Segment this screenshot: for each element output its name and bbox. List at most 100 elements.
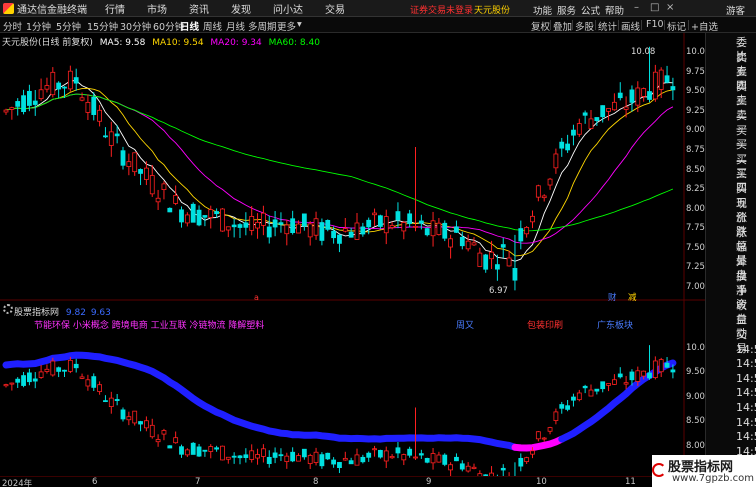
candle-body bbox=[313, 451, 319, 463]
tag-weekly: 周又 bbox=[456, 321, 475, 331]
candle-body bbox=[237, 455, 243, 459]
candle-body bbox=[249, 450, 255, 460]
candle-body bbox=[430, 453, 436, 464]
candle-body bbox=[255, 454, 260, 459]
candle-body bbox=[652, 71, 658, 100]
price-tick: 7.25 bbox=[686, 262, 705, 273]
candle-body bbox=[266, 456, 272, 465]
candle-body bbox=[184, 214, 190, 224]
lower-panel-header: 股票指标网 9.82 9.63 bbox=[14, 305, 111, 318]
candle-body bbox=[167, 207, 173, 213]
stock-period-label: 天元股份(日线 前复权) bbox=[2, 38, 93, 48]
candle-body bbox=[576, 392, 582, 401]
candle-body bbox=[272, 452, 278, 458]
candle-body bbox=[120, 409, 126, 420]
candle-body bbox=[260, 212, 266, 226]
ma-header: 天元股份(日线 前复权) MA5: 9.58 MA10: 9.54 MA20: … bbox=[2, 35, 324, 48]
candle-body bbox=[389, 456, 395, 459]
candle-body bbox=[214, 211, 220, 215]
ma20-value: MA20: 9.34 bbox=[210, 38, 262, 48]
candle-body bbox=[559, 404, 565, 409]
candle-body bbox=[471, 466, 477, 469]
candle-body bbox=[342, 457, 348, 461]
candle-body bbox=[97, 384, 102, 392]
candle-body bbox=[301, 213, 307, 227]
candle-body bbox=[149, 175, 155, 195]
price-tick: 7.50 bbox=[686, 242, 705, 253]
quote-panel-item: 14:50 bbox=[736, 371, 756, 385]
candle-body bbox=[103, 400, 108, 403]
candle-body bbox=[67, 359, 73, 372]
ma20-line bbox=[5, 93, 674, 244]
kline-chart[interactable]: 10.08 6.97 a 财减 bbox=[0, 0, 705, 476]
candle-body bbox=[220, 208, 225, 232]
candle-body bbox=[348, 460, 354, 465]
candle-body bbox=[641, 370, 647, 377]
gear-icon[interactable] bbox=[3, 304, 13, 314]
candle-body bbox=[97, 109, 102, 122]
candle-body bbox=[120, 150, 126, 166]
candle-body bbox=[413, 225, 418, 228]
date-label-month: 11 bbox=[625, 477, 636, 487]
candle-body bbox=[454, 226, 459, 233]
candle-body bbox=[606, 383, 611, 386]
candle-body bbox=[465, 465, 471, 472]
candle-body bbox=[278, 222, 284, 225]
candle-body bbox=[541, 437, 547, 440]
candle-body bbox=[518, 457, 524, 467]
candle-body bbox=[594, 117, 600, 122]
candle-body bbox=[231, 455, 237, 458]
candle-body bbox=[459, 236, 465, 247]
candle-body bbox=[612, 379, 617, 385]
candle-body bbox=[132, 152, 138, 173]
candle-body bbox=[489, 251, 494, 260]
price-tick: 8.00 bbox=[686, 203, 705, 214]
candle-body bbox=[284, 224, 290, 235]
candle-body bbox=[518, 228, 524, 242]
candle-body bbox=[290, 218, 296, 233]
ma5-value: MA5: 9.58 bbox=[99, 38, 146, 48]
candle-body bbox=[56, 82, 62, 90]
candle-body bbox=[290, 451, 296, 462]
user-label[interactable]: 游客 bbox=[726, 3, 745, 17]
candle-body bbox=[670, 86, 676, 91]
candle-body bbox=[524, 457, 530, 463]
candle-body bbox=[278, 454, 284, 457]
candle-body bbox=[459, 463, 465, 470]
candle-body bbox=[62, 86, 67, 89]
candle-body bbox=[44, 85, 50, 90]
candle-body bbox=[202, 449, 208, 452]
candle-body bbox=[377, 449, 383, 458]
finance-marker[interactable]: 财 bbox=[608, 292, 617, 303]
candle-body bbox=[500, 244, 506, 248]
candle-body bbox=[360, 456, 366, 463]
candle-body bbox=[220, 445, 225, 461]
candle-body bbox=[307, 223, 313, 238]
candle-body bbox=[641, 88, 647, 97]
candle-body bbox=[454, 456, 459, 462]
ma60-line bbox=[5, 93, 674, 232]
candle-body bbox=[32, 378, 38, 382]
candle-body bbox=[179, 446, 184, 455]
candle-body bbox=[401, 222, 407, 232]
candle-body bbox=[26, 372, 32, 383]
candle-body bbox=[635, 370, 641, 382]
candle-body bbox=[85, 379, 91, 387]
candle-body bbox=[190, 203, 196, 223]
candle-body bbox=[407, 213, 413, 224]
candle-body bbox=[337, 462, 342, 469]
price-tick: 8.50 bbox=[686, 416, 705, 427]
candle-body bbox=[670, 369, 676, 373]
candle-body bbox=[448, 238, 454, 248]
candle-body bbox=[582, 385, 588, 389]
reduce-marker[interactable]: 减 bbox=[628, 292, 637, 303]
event-marker[interactable]: a bbox=[254, 293, 259, 302]
price-tick: 9.25 bbox=[686, 105, 705, 116]
price-tick: 9.00 bbox=[686, 125, 705, 136]
quote-panel: 委比 卖五 卖四 卖三 卖二 卖一 买一 买二 买三 买四 买五 现价 涨跌 涨幅 总量 外盘 换手 净资 收益 自动… bbox=[705, 33, 756, 487]
candle-body bbox=[606, 108, 611, 112]
candle-body bbox=[389, 225, 395, 228]
price-tick: 8.00 bbox=[686, 440, 705, 451]
quote-panel-item: 14:50 bbox=[736, 401, 756, 414]
candle-body bbox=[553, 153, 559, 169]
